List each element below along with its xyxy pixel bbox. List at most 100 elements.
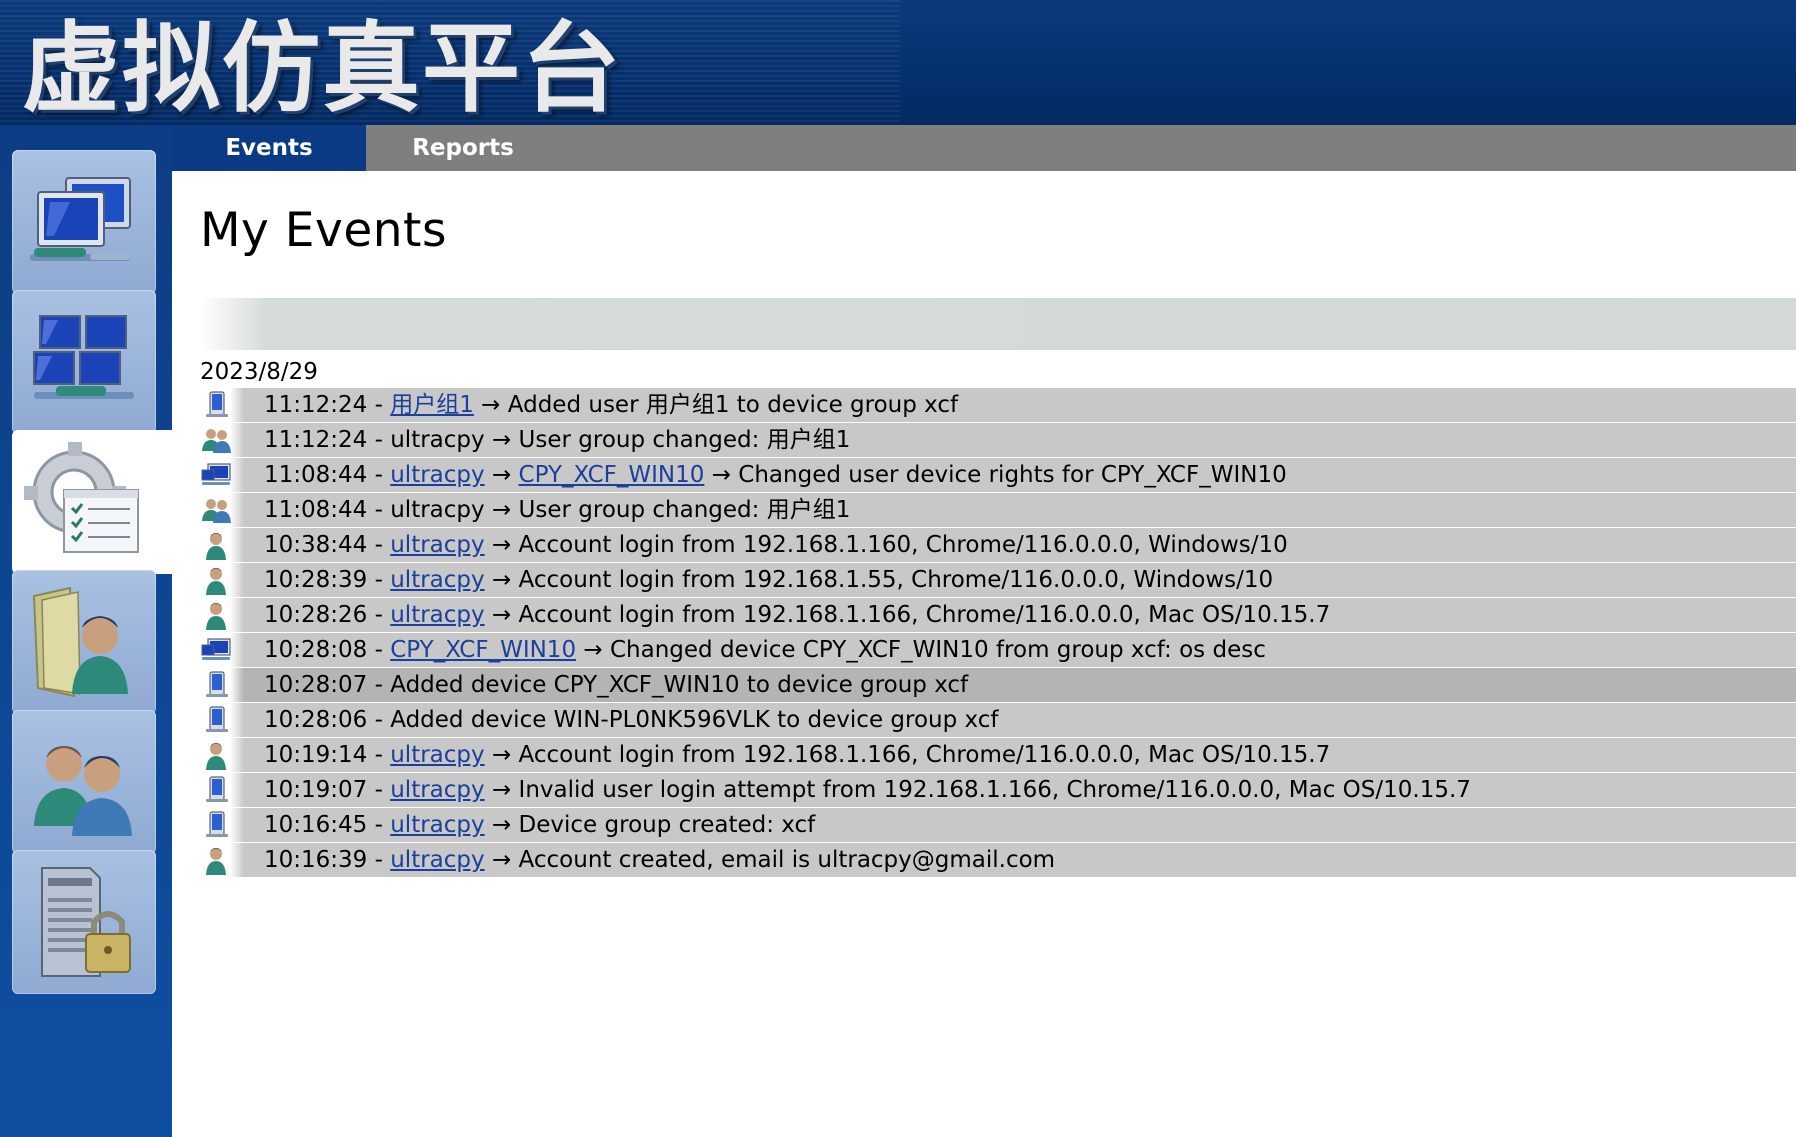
event-link[interactable]: CPY_XCF_WIN10 xyxy=(390,637,576,663)
event-row: 11:12:24 - ultracpy → User group changed… xyxy=(200,423,1796,457)
event-row: 10:19:14 - ultracpy → Account login from… xyxy=(200,738,1796,772)
event-link[interactable]: ultracpy xyxy=(390,462,484,488)
network-computers-icon xyxy=(30,177,131,261)
event-row: 11:08:44 - ultracpy → CPY_XCF_WIN10 → Ch… xyxy=(200,458,1796,492)
event-row: 10:28:26 - ultracpy → Account login from… xyxy=(200,598,1796,632)
app-title: 虚拟仿真平台 xyxy=(22,12,623,125)
event-message: Changed user device rights for CPY_XCF_W… xyxy=(738,462,1287,488)
sidebar-item-computers[interactable] xyxy=(12,290,156,434)
event-message: Account login from 192.168.1.160, Chrome… xyxy=(518,532,1288,558)
event-time: 10:28:08 xyxy=(264,637,368,663)
event-time: 10:28:07 xyxy=(264,672,368,698)
event-text: 10:28:39 - ultracpy → Account login from… xyxy=(264,567,1274,593)
user-group-icon xyxy=(200,425,232,455)
device-icon xyxy=(200,810,232,840)
event-row: 10:16:45 - ultracpy → Device group creat… xyxy=(200,808,1796,842)
event-list: 11:12:24 - 用户组1 → Added user 用户组1 to dev… xyxy=(200,388,1796,878)
event-actor: ultracpy xyxy=(390,427,485,453)
sidebar-item-users[interactable] xyxy=(12,710,156,854)
event-link[interactable]: ultracpy xyxy=(390,602,484,628)
event-time: 11:12:24 xyxy=(264,427,368,453)
tab-events[interactable]: Events xyxy=(172,125,366,171)
device-icon xyxy=(200,390,232,420)
event-link[interactable]: CPY_XCF_WIN10 xyxy=(519,462,705,488)
device-icon xyxy=(200,775,232,805)
event-row: 11:08:44 - ultracpy → User group changed… xyxy=(200,493,1796,527)
event-text: 10:38:44 - ultracpy → Account login from… xyxy=(264,532,1288,558)
main-content: My Events 2023/8/29 11:12:24 - 用户组1 → Ad… xyxy=(172,171,1796,1137)
event-message: Device group created: xcf xyxy=(518,812,816,838)
event-row: 11:12:24 - 用户组1 → Added user 用户组1 to dev… xyxy=(200,388,1796,422)
event-actor: ultracpy xyxy=(390,497,485,523)
filter-bar xyxy=(200,298,1796,350)
event-message: Account login from 192.168.1.166, Chrome… xyxy=(518,742,1331,768)
event-link[interactable]: ultracpy xyxy=(390,847,484,873)
tab-bar: Events Reports xyxy=(172,125,1796,171)
server-lock-icon xyxy=(41,867,131,977)
event-text: 11:08:44 - ultracpy → CPY_XCF_WIN10 → Ch… xyxy=(264,462,1287,488)
event-time: 10:28:26 xyxy=(264,602,368,628)
event-time: 11:12:24 xyxy=(264,392,368,418)
event-row: 10:28:08 - CPY_XCF_WIN10 → Changed devic… xyxy=(200,633,1796,667)
user-icon xyxy=(200,740,232,770)
sidebar-item-user-folder[interactable] xyxy=(12,570,156,714)
event-row: 10:28:06 - Added device WIN-PL0NK596VLK … xyxy=(200,703,1796,737)
user-folder-icon xyxy=(32,586,128,698)
event-message: Added device WIN-PL0NK596VLK to device g… xyxy=(390,707,999,733)
sidebar-item-network[interactable] xyxy=(12,150,156,294)
event-link[interactable]: ultracpy xyxy=(390,812,484,838)
computer-icon xyxy=(200,635,232,665)
event-text: 11:12:24 - 用户组1 → Added user 用户组1 to dev… xyxy=(264,392,959,418)
event-time: 10:28:39 xyxy=(264,567,368,593)
date-heading: 2023/8/29 xyxy=(200,359,318,385)
event-row: 10:19:07 - ultracpy → Invalid user login… xyxy=(200,773,1796,807)
event-time: 11:08:44 xyxy=(264,497,368,523)
event-row: 10:28:07 - Added device CPY_XCF_WIN10 to… xyxy=(200,668,1796,702)
event-text: 10:16:45 - ultracpy → Device group creat… xyxy=(264,812,816,838)
event-message: Account login from 192.168.1.166, Chrome… xyxy=(518,602,1331,628)
event-text: 10:28:06 - Added device WIN-PL0NK596VLK … xyxy=(264,707,999,733)
device-icon xyxy=(200,705,232,735)
user-icon xyxy=(200,845,232,875)
computer-group-icon xyxy=(33,315,134,399)
tab-reports[interactable]: Reports xyxy=(366,125,560,171)
event-time: 10:16:39 xyxy=(264,847,368,873)
computer-icon xyxy=(200,460,232,490)
page-title: My Events xyxy=(200,203,447,258)
user-icon xyxy=(200,530,232,560)
event-row: 10:28:39 - ultracpy → Account login from… xyxy=(200,563,1796,597)
event-message: Account login from 192.168.1.55, Chrome/… xyxy=(518,567,1274,593)
event-message: User group changed: 用户组1 xyxy=(518,427,851,453)
sidebar xyxy=(0,125,172,1137)
event-message: Changed device CPY_XCF_WIN10 from group … xyxy=(609,637,1266,663)
device-icon xyxy=(200,670,232,700)
event-time: 10:16:45 xyxy=(264,812,368,838)
users-icon xyxy=(34,746,132,836)
event-link[interactable]: ultracpy xyxy=(390,777,484,803)
event-row: 10:38:44 - ultracpy → Account login from… xyxy=(200,528,1796,562)
event-text: 10:19:07 - ultracpy → Invalid user login… xyxy=(264,777,1471,803)
event-text: 11:08:44 - ultracpy → User group changed… xyxy=(264,497,851,523)
event-text: 10:28:08 - CPY_XCF_WIN10 → Changed devic… xyxy=(264,637,1266,663)
sidebar-item-settings[interactable] xyxy=(12,430,172,574)
event-time: 10:28:06 xyxy=(264,707,368,733)
header-banner: 虚拟仿真平台 xyxy=(0,0,1796,125)
user-icon xyxy=(200,600,232,630)
sidebar-item-server-lock[interactable] xyxy=(12,850,156,994)
event-time: 10:19:14 xyxy=(264,742,368,768)
event-link[interactable]: ultracpy xyxy=(390,567,484,593)
event-link[interactable]: ultracpy xyxy=(390,532,484,558)
event-row: 10:16:39 - ultracpy → Account created, e… xyxy=(200,843,1796,877)
event-text: 10:19:14 - ultracpy → Account login from… xyxy=(264,742,1331,768)
event-message: Added device CPY_XCF_WIN10 to device gro… xyxy=(390,672,969,698)
event-link[interactable]: 用户组1 xyxy=(390,392,474,418)
event-message: Account created, email is ultracpy@gmail… xyxy=(518,847,1056,873)
event-message: Added user 用户组1 to device group xcf xyxy=(507,392,959,418)
event-link[interactable]: ultracpy xyxy=(390,742,484,768)
event-time: 10:19:07 xyxy=(264,777,368,803)
event-message: User group changed: 用户组1 xyxy=(518,497,851,523)
event-text: 10:16:39 - ultracpy → Account created, e… xyxy=(264,847,1056,873)
event-message: Invalid user login attempt from 192.168.… xyxy=(518,777,1471,803)
event-time: 10:38:44 xyxy=(264,532,368,558)
event-text: 10:28:26 - ultracpy → Account login from… xyxy=(264,602,1331,628)
